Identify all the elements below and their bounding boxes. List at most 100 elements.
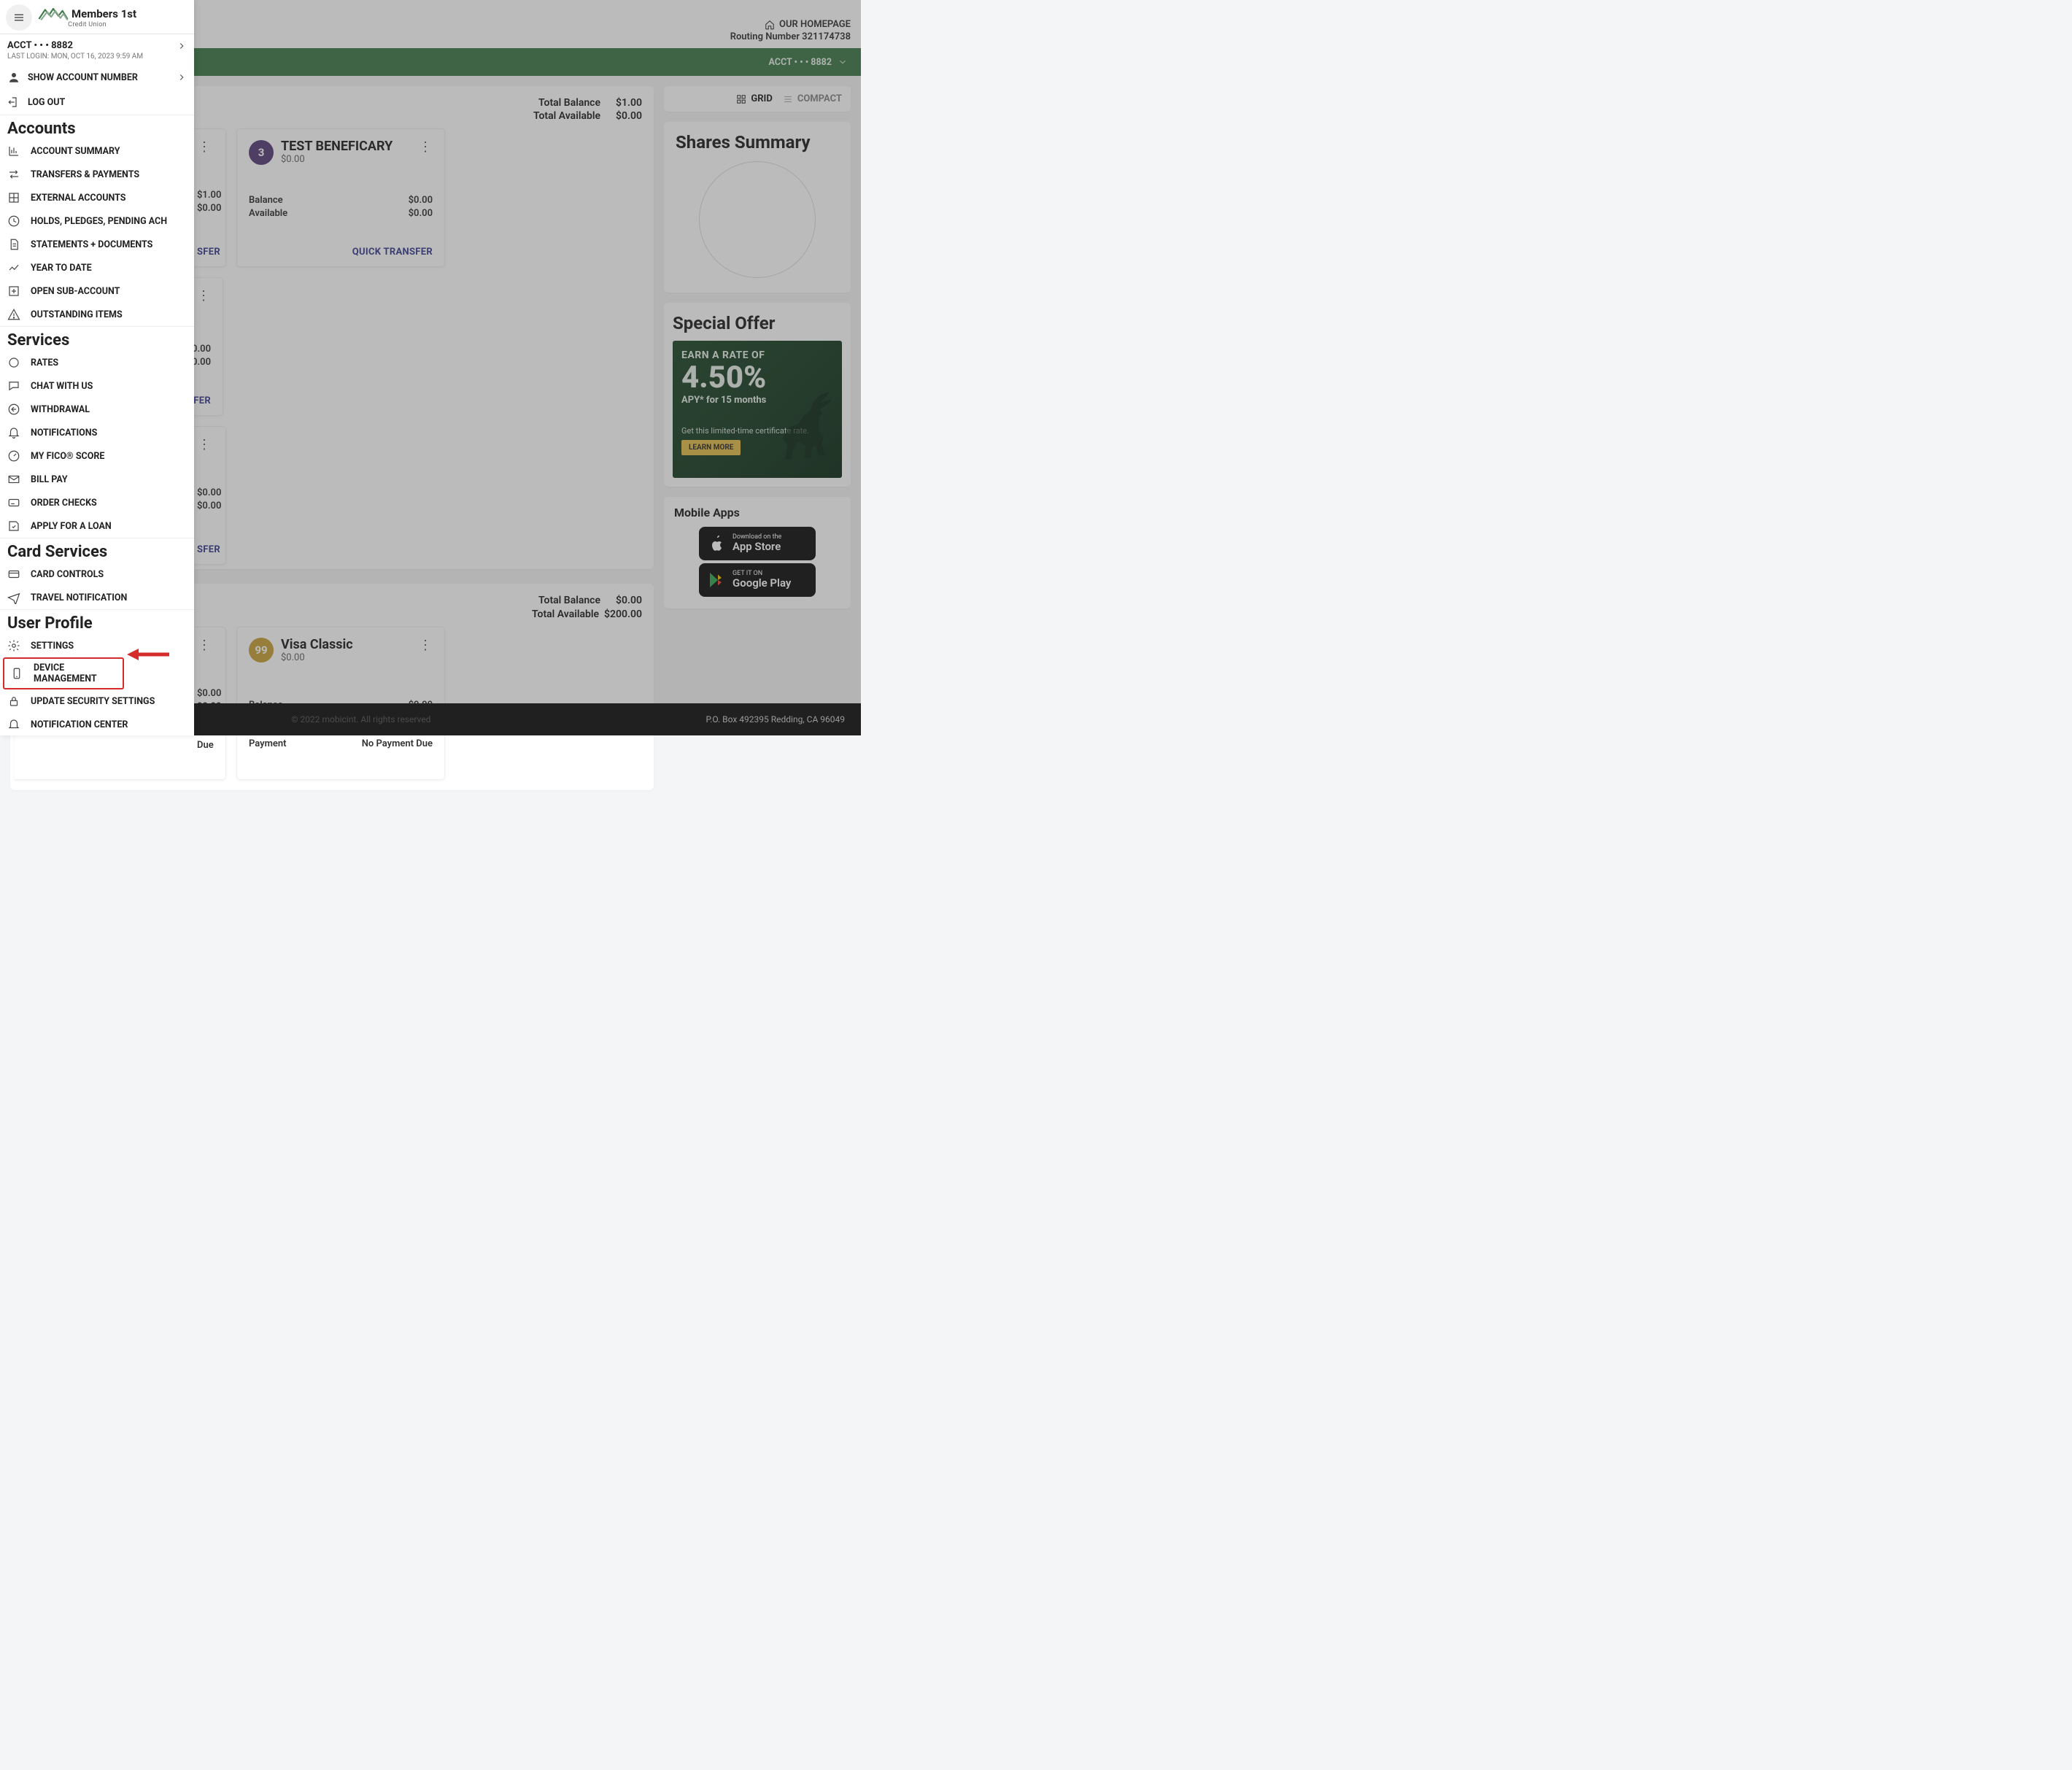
mobile-apps-panel: Mobile Apps Download on theApp Store GET… xyxy=(664,497,851,608)
card-menu-icon[interactable]: ⋮ xyxy=(418,139,433,155)
phone-icon xyxy=(10,667,23,680)
card-title: Visa Classic xyxy=(281,638,353,652)
drawer-last-login: LAST LOGIN: MON, OCT 16, 2023 9:59 AM xyxy=(0,53,194,65)
apple-icon xyxy=(708,535,725,552)
card-menu-icon[interactable]: ⋮ xyxy=(196,288,211,304)
lock-icon xyxy=(7,695,20,708)
mobile-apps-title: Mobile Apps xyxy=(674,506,840,519)
nav-heading-card-services: Card Services xyxy=(0,538,194,563)
shares-summary-title: Shares Summary xyxy=(676,132,839,152)
play-icon xyxy=(708,571,725,589)
special-offer-title: Special Offer xyxy=(673,313,842,333)
offer-banner[interactable]: EARN A RATE OF 4.50% APY* for 15 months … xyxy=(673,341,842,478)
card-subtitle: $0.00 xyxy=(281,652,353,663)
quick-transfer-link[interactable]: SFER xyxy=(197,544,220,555)
nav-order-checks[interactable]: ORDER CHECKS xyxy=(0,491,194,514)
person-icon xyxy=(7,71,20,84)
drawer-header: Members 1st Credit Union xyxy=(0,0,194,34)
apply-icon xyxy=(7,519,20,533)
grid-icon xyxy=(736,94,746,104)
brand-logo: Members 1st Credit Union xyxy=(38,7,136,28)
show-account-number-row[interactable]: SHOW ACCOUNT NUMBER xyxy=(0,65,194,90)
quick-transfer-link[interactable]: QUICK TRANSFER xyxy=(352,247,433,258)
line-chart-icon xyxy=(7,261,20,274)
plane-icon xyxy=(7,591,20,604)
chevron-right-icon xyxy=(177,72,187,82)
list-icon xyxy=(783,94,793,104)
offer-learn-more-button[interactable]: LEARN MORE xyxy=(681,440,741,455)
share-card-test-beneficary[interactable]: 3 TEST BENEFICARY $0.00 ⋮ Balance$0.00 A… xyxy=(236,128,445,267)
check-card-icon xyxy=(7,496,20,509)
nav-settings[interactable]: SETTINGS xyxy=(0,634,194,657)
nav-withdrawal[interactable]: WITHDRAWAL xyxy=(0,398,194,421)
circle-icon xyxy=(7,356,20,369)
arrow-left-circle-icon xyxy=(7,403,20,416)
app-store-button[interactable]: Download on theApp Store xyxy=(699,527,816,560)
transfer-icon xyxy=(7,168,20,181)
nav-notification-center[interactable]: NOTIFICATION CENTER xyxy=(0,713,194,735)
nav-statements[interactable]: STATEMENTS + DOCUMENTS xyxy=(0,233,194,256)
homepage-link[interactable]: OUR HOMEPAGE xyxy=(765,19,851,30)
nav-transfers[interactable]: TRANSFERS & PAYMENTS xyxy=(0,163,194,186)
nav-heading-services: Services xyxy=(0,327,194,351)
nav-chat[interactable]: CHAT WITH US xyxy=(0,374,194,398)
bell-icon xyxy=(7,718,20,731)
acctbar-right[interactable]: ACCT • • • 8882 xyxy=(769,57,848,68)
chart-icon xyxy=(7,144,20,158)
nav-outstanding[interactable]: OUTSTANDING ITEMS xyxy=(0,303,194,326)
nav-rates[interactable]: RATES xyxy=(0,351,194,374)
clock-icon xyxy=(7,215,20,228)
brand-name: Members 1st xyxy=(71,7,136,20)
nav-device-management[interactable]: DEVICE MANAGEMENT xyxy=(3,657,124,689)
brand-sub: Credit Union xyxy=(68,21,107,28)
nav-billpay[interactable]: BILL PAY xyxy=(0,468,194,491)
drawer-account-row[interactable]: ACCT • • • 8882 xyxy=(0,34,194,53)
nav-ytd[interactable]: YEAR TO DATE xyxy=(0,256,194,279)
shares-summary-panel: Shares Summary xyxy=(664,122,851,293)
nav-open-sub[interactable]: OPEN SUB-ACCOUNT xyxy=(0,279,194,303)
card-menu-icon[interactable]: ⋮ xyxy=(197,139,212,155)
card-menu-icon[interactable]: ⋮ xyxy=(197,437,212,452)
view-grid[interactable]: GRID xyxy=(736,93,772,104)
routing-number: Routing Number 321174738 xyxy=(730,31,851,42)
nav-update-security[interactable]: UPDATE SECURITY SETTINGS xyxy=(0,689,194,713)
nav-apply-loan[interactable]: APPLY FOR A LOAN xyxy=(0,514,194,538)
footer-address: P.O. Box 492395 Redding, CA 96049 xyxy=(706,714,845,724)
nav-heading-accounts: Accounts xyxy=(0,115,194,139)
card-menu-icon[interactable]: ⋮ xyxy=(197,638,212,653)
nav-fico[interactable]: MY FICO® SCORE xyxy=(0,444,194,468)
bell-icon xyxy=(7,426,20,439)
play-t2: Google Play xyxy=(732,577,791,590)
credit-card-icon xyxy=(7,568,20,581)
nav-notifications[interactable]: NOTIFICATIONS xyxy=(0,421,194,444)
plus-box-icon xyxy=(7,285,20,298)
hamburger-button[interactable] xyxy=(6,4,32,31)
appstore-t2: App Store xyxy=(732,541,781,553)
view-toggle: GRID COMPACT xyxy=(664,86,851,112)
offer-rate: 4.50% xyxy=(681,363,833,393)
view-compact[interactable]: COMPACT xyxy=(783,93,842,104)
special-offer-panel: Special Offer EARN A RATE OF 4.50% APY* … xyxy=(664,303,851,487)
gauge-icon xyxy=(7,449,20,463)
share-badge: 3 xyxy=(249,140,274,165)
logout-row[interactable]: LOG OUT xyxy=(0,90,194,115)
card-subtitle: $0.00 xyxy=(281,154,393,165)
drawer-acct-masked: ACCT • • • 8882 xyxy=(7,40,73,51)
warning-icon xyxy=(7,308,20,321)
quick-transfer-link[interactable]: SFER xyxy=(197,247,220,258)
nav-external-accounts[interactable]: EXTERNAL ACCOUNTS xyxy=(0,186,194,209)
mountain-icon xyxy=(38,7,69,21)
deer-icon xyxy=(773,390,839,471)
nav-drawer: Members 1st Credit Union ACCT • • • 8882… xyxy=(0,0,194,735)
nav-heading-user-profile: User Profile xyxy=(0,610,194,634)
nav-account-summary[interactable]: ACCOUNT SUMMARY xyxy=(0,139,194,163)
nav-card-controls[interactable]: CARD CONTROLS xyxy=(0,563,194,586)
nav-holds[interactable]: HOLDS, PLEDGES, PENDING ACH xyxy=(0,209,194,233)
right-column: GRID COMPACT Shares Summary Special Offe… xyxy=(664,86,851,608)
chat-icon xyxy=(7,379,20,393)
card-title: TEST BENEFICARY xyxy=(281,139,393,154)
hamburger-icon xyxy=(12,11,26,24)
nav-travel-notification[interactable]: TRAVEL NOTIFICATION xyxy=(0,586,194,609)
card-menu-icon[interactable]: ⋮ xyxy=(418,638,433,653)
google-play-button[interactable]: GET IT ONGoogle Play xyxy=(699,563,816,597)
